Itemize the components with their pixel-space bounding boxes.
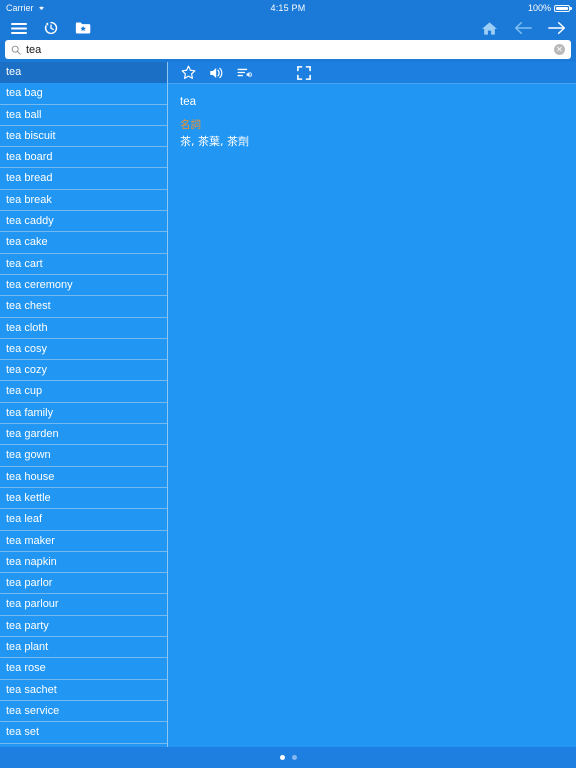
navigation-toolbar: [0, 16, 576, 40]
word-list-item[interactable]: tea kettle: [0, 488, 167, 510]
word-list-item[interactable]: tea leaf: [0, 509, 167, 531]
word-list-item[interactable]: tea ball: [0, 105, 167, 126]
word-list-item[interactable]: tea chest: [0, 296, 167, 318]
page-indicator-dot[interactable]: [291, 755, 297, 760]
word-list-item[interactable]: tea rose: [0, 658, 167, 680]
word-list-item[interactable]: tea parlour: [0, 594, 167, 616]
search-input[interactable]: [26, 42, 549, 57]
navigation-toolbar-left: [10, 19, 92, 37]
status-bar-time: 4:15 PM: [270, 3, 306, 13]
battery-full-icon: [554, 4, 572, 12]
word-list-item[interactable]: tea parlor: [0, 573, 167, 595]
word-list-item[interactable]: tea: [0, 62, 167, 84]
word-list-item[interactable]: tea cosy: [0, 339, 167, 361]
word-list-item[interactable]: tea bag: [0, 83, 167, 105]
clear-search-icon[interactable]: ✕: [554, 44, 565, 55]
app-root: Carrier 4:15 PM 100% tea ✕ tea tea bag t…: [0, 0, 576, 768]
word-list-item[interactable]: tea cart: [0, 254, 167, 275]
content-pane: tea 名詞 茶, 茶葉, 茶劑: [168, 62, 576, 747]
entry-headword: tea: [180, 96, 196, 108]
search-field[interactable]: ✕: [5, 40, 571, 59]
folder-star-icon[interactable]: [74, 19, 92, 37]
word-list-item[interactable]: tea service: [0, 701, 167, 723]
word-list-item[interactable]: tea sachet: [0, 680, 167, 701]
word-list-pane[interactable]: tea tea bag tea ball tea biscuit tea board te…: [0, 62, 168, 747]
word-list-item[interactable]: tea plant: [0, 637, 167, 659]
page-indicator-bar: [0, 747, 576, 768]
word-list-item[interactable]: tea board: [0, 147, 167, 169]
entry-part-of-speech: 名詞: [180, 119, 201, 131]
star-outline-icon[interactable]: [180, 64, 197, 81]
word-list-item[interactable]: tea party: [0, 616, 167, 638]
word-list-item[interactable]: tea bread: [0, 168, 167, 190]
word-list-item[interactable]: tea gown: [0, 445, 167, 467]
entry-content: tea 名詞 茶, 茶葉, 茶劑: [168, 84, 576, 747]
hamburger-menu-icon[interactable]: [10, 19, 28, 37]
word-list-item[interactable]: tea cloth: [0, 318, 167, 339]
word-list-item[interactable]: tea caddy: [0, 211, 167, 233]
word-list-item[interactable]: tea family: [0, 403, 167, 425]
fullscreen-expand-icon[interactable]: [295, 64, 312, 81]
list-speaker-icon[interactable]: [236, 64, 253, 81]
page-indicator-dot[interactable]: [279, 755, 285, 760]
speaker-icon[interactable]: [208, 64, 225, 81]
word-list-item[interactable]: tea biscuit: [0, 126, 167, 148]
word-list-item[interactable]: tea maker: [0, 531, 167, 552]
magnifier-icon: [11, 45, 21, 55]
word-list-item[interactable]: tea ceremony: [0, 275, 167, 297]
word-list-item[interactable]: tea break: [0, 190, 167, 212]
history-clock-icon[interactable]: [42, 19, 60, 37]
word-list-item[interactable]: tea garden: [0, 424, 167, 446]
arrow-left-icon[interactable]: [514, 19, 532, 37]
home-icon[interactable]: [480, 19, 498, 37]
navigation-toolbar-right: [480, 19, 566, 37]
main-split: tea tea bag tea ball tea biscuit tea board te…: [0, 62, 576, 747]
search-bar: ✕: [0, 40, 576, 62]
content-toolbar: [168, 62, 576, 84]
word-list-item[interactable]: tea napkin: [0, 552, 167, 574]
status-bar: Carrier 4:15 PM 100%: [0, 0, 576, 16]
word-list-item[interactable]: tea cake: [0, 232, 167, 254]
arrow-right-icon[interactable]: [548, 19, 566, 37]
word-list-item[interactable]: tea house: [0, 467, 167, 488]
word-list-item[interactable]: tea cup: [0, 381, 167, 403]
entry-definitions: 茶, 茶葉, 茶劑: [180, 135, 249, 148]
word-list-item[interactable]: tea cozy: [0, 360, 167, 382]
word-list-item[interactable]: tea set: [0, 722, 167, 744]
